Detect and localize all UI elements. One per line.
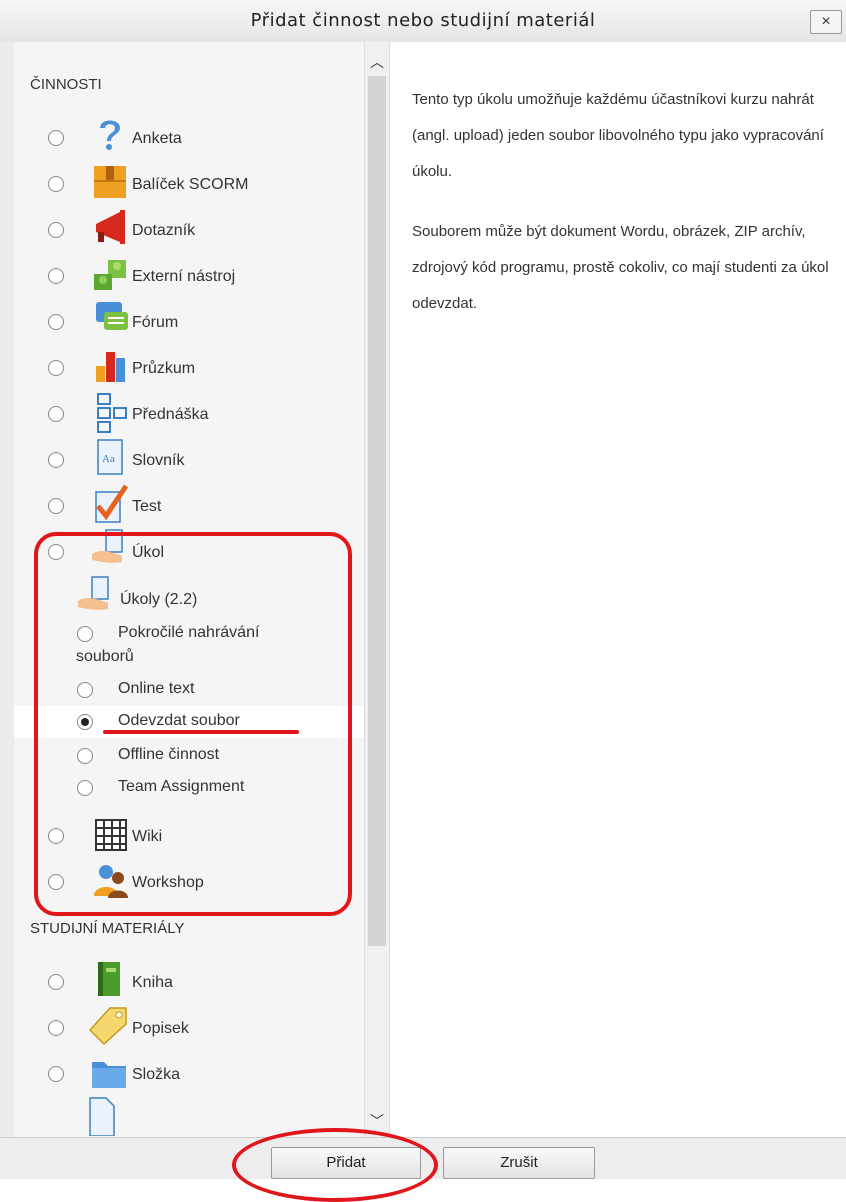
activity-label: Přednáška bbox=[132, 406, 209, 423]
add-activity-dialog: Přidat činnost nebo studijní materiál × … bbox=[0, 0, 846, 1202]
megaphone-icon bbox=[86, 206, 132, 252]
activity-label: Test bbox=[132, 498, 162, 515]
activity-row-quiz[interactable]: Test bbox=[16, 482, 364, 528]
activity-label: Externí nástroj bbox=[132, 268, 236, 285]
book-icon bbox=[86, 958, 132, 1004]
section-resources: STUDIJNÍ MATERIÁLY bbox=[30, 920, 185, 937]
resource-label: Popisek bbox=[132, 1020, 189, 1037]
activity-label: Anketa bbox=[132, 130, 182, 147]
resource-row-folder[interactable]: Složka bbox=[16, 1050, 364, 1096]
scrollbar[interactable]: ︿ ﹀ bbox=[364, 42, 389, 1137]
radio-button[interactable] bbox=[48, 452, 64, 468]
radio-button[interactable] bbox=[48, 314, 64, 330]
forum-icon bbox=[86, 298, 132, 344]
scroll-up-icon[interactable]: ︿ bbox=[365, 52, 389, 72]
label-tag-icon bbox=[86, 1004, 132, 1050]
radio-button[interactable] bbox=[48, 498, 64, 514]
radio-button[interactable] bbox=[48, 268, 64, 284]
activity-label: Slovník bbox=[132, 452, 185, 469]
folder-icon bbox=[86, 1050, 132, 1096]
page-icon bbox=[86, 1096, 116, 1136]
section-activities: ČINNOSTI bbox=[30, 76, 102, 93]
activity-row-forum[interactable]: Fórum bbox=[16, 298, 364, 344]
bar-chart-icon bbox=[86, 344, 132, 390]
lesson-icon bbox=[86, 390, 132, 436]
resource-label: Kniha bbox=[132, 974, 173, 991]
description-paragraph-2: Souborem může být dokument Wordu, obráze… bbox=[412, 223, 829, 312]
description-pane: Tento typ úkolu umožňuje každému účastní… bbox=[389, 42, 846, 1137]
resource-label: Složka bbox=[132, 1066, 181, 1083]
dialog-title: Přidat činnost nebo studijní materiál bbox=[250, 10, 596, 31]
activity-row-survey[interactable]: Průzkum bbox=[16, 344, 364, 390]
glossary-icon: Aa bbox=[86, 436, 132, 482]
radio-button[interactable] bbox=[48, 360, 64, 376]
annotation-underline bbox=[103, 730, 299, 734]
svg-text:Aa: Aa bbox=[102, 453, 115, 465]
activity-label: Dotazník bbox=[132, 222, 196, 239]
quiz-checkmark-icon bbox=[86, 482, 132, 528]
left-edge bbox=[0, 42, 15, 1137]
annotation-highlight-box bbox=[34, 532, 352, 916]
scroll-thumb[interactable] bbox=[368, 76, 386, 946]
activity-row-glossary[interactable]: Aa Slovník bbox=[16, 436, 364, 482]
radio-button[interactable] bbox=[48, 176, 64, 192]
activity-row-scorm[interactable]: Balíček SCORM bbox=[16, 160, 364, 206]
resource-row-label[interactable]: Popisek bbox=[16, 1004, 364, 1050]
radio-button[interactable] bbox=[48, 130, 64, 146]
activity-row-lesson[interactable]: Přednáška bbox=[16, 390, 364, 436]
description-paragraph-1: Tento typ úkolu umožňuje každému účastní… bbox=[412, 91, 824, 180]
activity-row-lti[interactable]: Externí nástroj bbox=[16, 252, 364, 298]
scroll-down-icon[interactable]: ﹀ bbox=[365, 1111, 389, 1131]
activity-label: Balíček SCORM bbox=[132, 176, 249, 193]
close-button[interactable]: × bbox=[810, 10, 842, 34]
radio-button[interactable] bbox=[48, 1066, 64, 1082]
activity-row-anketa[interactable]: Anketa bbox=[16, 114, 364, 160]
resource-row-book[interactable]: Kniha bbox=[16, 958, 364, 1004]
question-icon bbox=[86, 114, 132, 160]
radio-button[interactable] bbox=[48, 406, 64, 422]
activity-label: Průzkum bbox=[132, 360, 196, 377]
activity-label: Fórum bbox=[132, 314, 179, 331]
radio-button[interactable] bbox=[48, 974, 64, 990]
radio-button[interactable] bbox=[48, 222, 64, 238]
package-icon bbox=[86, 160, 132, 206]
cancel-button[interactable]: Zrušit bbox=[443, 1147, 595, 1179]
puzzle-icon bbox=[86, 252, 132, 298]
radio-button[interactable] bbox=[48, 1020, 64, 1036]
dialog-titlebar: Přidat činnost nebo studijní materiál × bbox=[0, 0, 846, 43]
activity-row-feedback[interactable]: Dotazník bbox=[16, 206, 364, 252]
annotation-ellipse bbox=[232, 1128, 438, 1202]
